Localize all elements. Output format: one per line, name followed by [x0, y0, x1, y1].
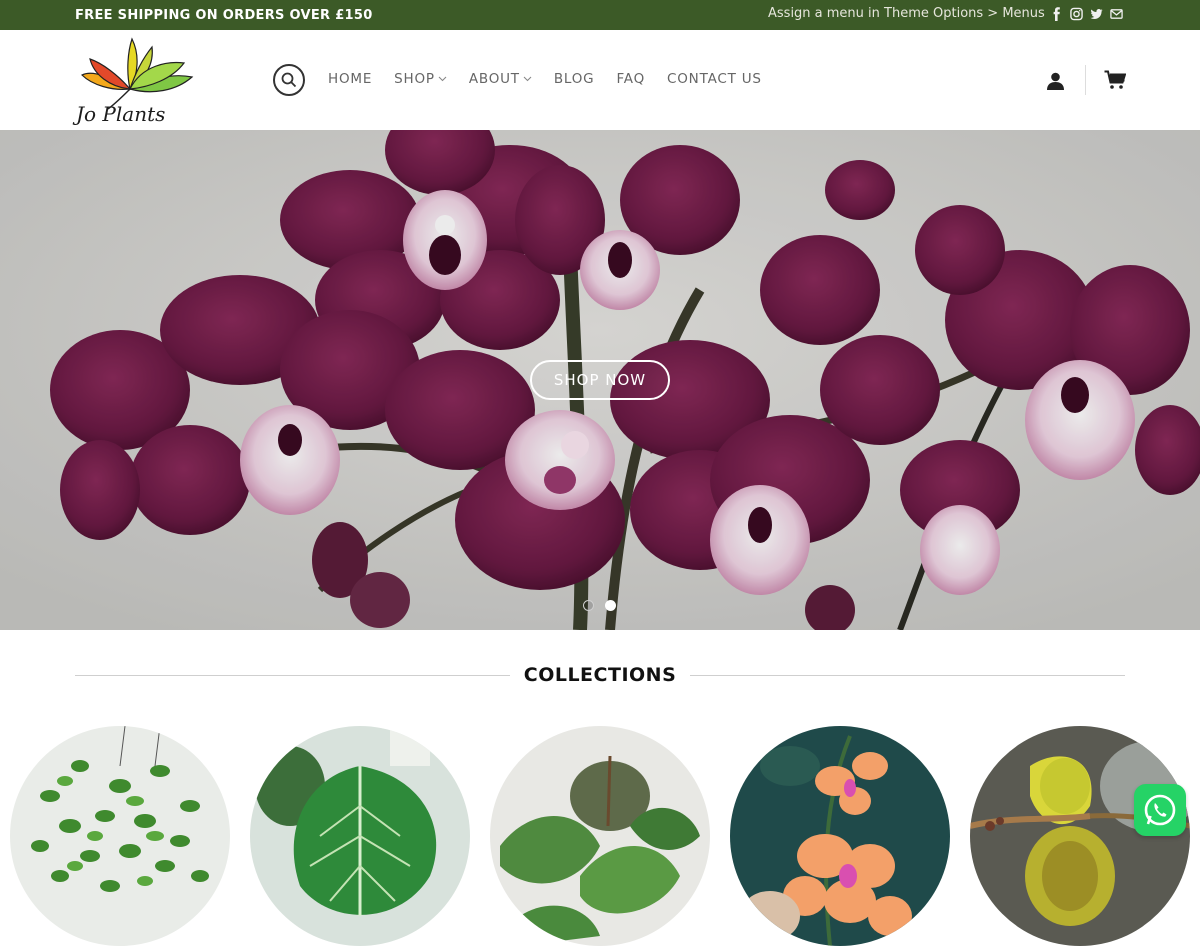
collections-heading: COLLECTIONS	[75, 660, 1125, 690]
collection-philodendron[interactable]	[250, 726, 470, 946]
social-links	[1050, 7, 1123, 21]
site-logo[interactable]: Jo Plants	[72, 35, 197, 127]
nav-contact-us-label: CONTACT US	[667, 71, 762, 87]
chevron-down-icon	[523, 76, 532, 82]
search-button[interactable]	[273, 64, 305, 96]
whatsapp-button[interactable]	[1134, 784, 1186, 836]
twitter-icon[interactable]	[1090, 7, 1103, 21]
nav-contact-us[interactable]: CONTACT US	[667, 71, 762, 87]
shipping-banner-text: FREE SHIPPING ON ORDERS OVER £150	[75, 8, 373, 23]
nav-about-label: ABOUT	[468, 71, 520, 87]
header-divider	[1085, 65, 1086, 95]
instagram-icon[interactable]	[1070, 7, 1083, 21]
whatsapp-icon	[1144, 794, 1176, 826]
slider-dot-2[interactable]	[605, 600, 616, 611]
hero-slider: SHOP NOW	[0, 130, 1200, 630]
heading-line-left	[75, 675, 510, 676]
facebook-icon[interactable]	[1050, 7, 1063, 21]
search-icon	[281, 72, 297, 88]
nav-home[interactable]: HOME	[328, 71, 372, 87]
main-nav: HOME SHOP ABOUT BLOG FAQ CONTACT US	[328, 71, 784, 87]
slider-dot-1[interactable]	[583, 600, 594, 611]
nav-home-label: HOME	[328, 71, 373, 87]
collections-title: COLLECTIONS	[523, 664, 677, 686]
top-bar: FREE SHIPPING ON ORDERS OVER £150 Assign…	[0, 0, 1200, 30]
cart-icon[interactable]	[1104, 70, 1127, 90]
email-icon[interactable]	[1110, 7, 1123, 21]
nav-about[interactable]: ABOUT	[469, 71, 532, 87]
chevron-down-icon	[438, 76, 447, 82]
collection-orchid[interactable]	[730, 726, 950, 946]
theme-menu-note[interactable]: Assign a menu in Theme Options > Menus	[768, 6, 1045, 21]
nav-faq[interactable]: FAQ	[616, 71, 645, 87]
nav-shop-label: SHOP	[394, 71, 435, 87]
site-header: Jo Plants HOME SHOP ABOUT BLOG FAQ CONTA…	[0, 30, 1200, 130]
shop-now-button[interactable]: SHOP NOW	[530, 360, 670, 400]
heading-line-right	[690, 675, 1125, 676]
collection-hanging-plant[interactable]	[10, 726, 230, 946]
logo-text: Jo Plants	[72, 102, 165, 126]
nav-shop[interactable]: SHOP	[394, 71, 447, 87]
account-icon[interactable]	[1046, 72, 1065, 90]
collection-pothos[interactable]	[490, 726, 710, 946]
nav-blog-label: BLOG	[553, 71, 595, 87]
nav-blog[interactable]: BLOG	[554, 71, 595, 87]
nav-faq-label: FAQ	[616, 71, 646, 87]
collection-slipper-orchid[interactable]	[970, 726, 1190, 946]
